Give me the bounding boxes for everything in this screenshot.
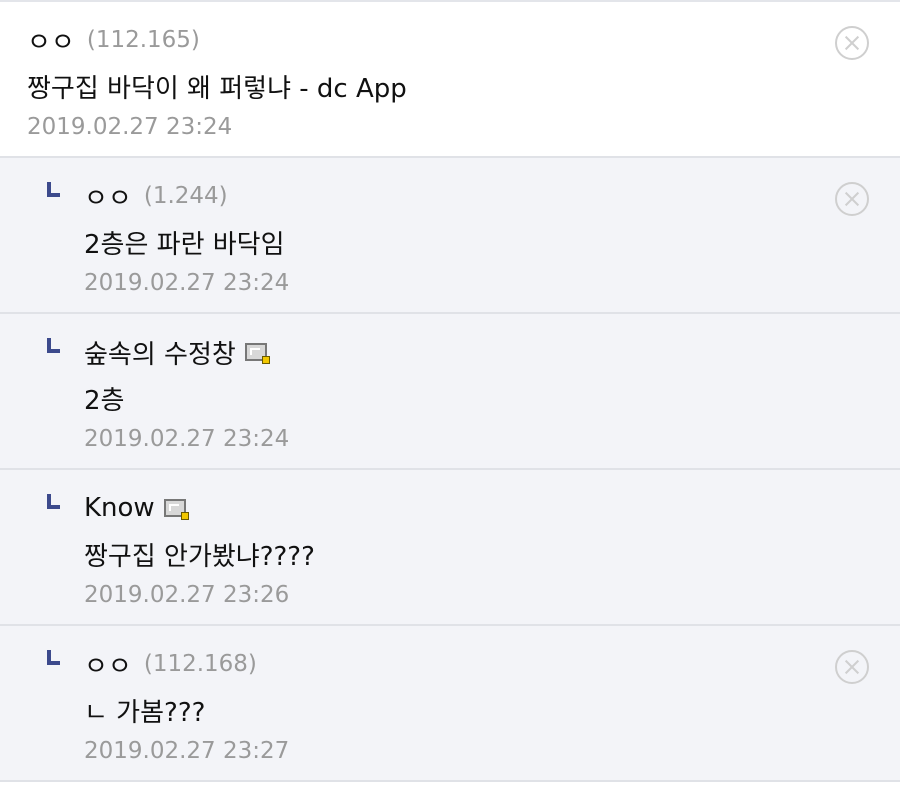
comment-author[interactable]: ㅇㅇ bbox=[84, 646, 132, 683]
comment-date: 2019.02.27 23:27 bbox=[84, 738, 290, 764]
delete-comment-button[interactable] bbox=[835, 182, 869, 216]
comment-date: 2019.02.27 23:26 bbox=[84, 582, 290, 608]
reply-item: ㅇㅇ (112.168) ㄴ 가봄??? 2019.02.27 23:27 bbox=[0, 626, 900, 782]
comment-ip: (112.168) bbox=[143, 651, 257, 677]
comment-text: ㄴ 가봄??? bbox=[84, 698, 206, 728]
comment-text: 2층 bbox=[84, 386, 125, 416]
comment-body: 숲속의 수정창 2층 2019.02.27 23:24 bbox=[0, 314, 900, 468]
comment-author[interactable]: 숲속의 수정창 bbox=[84, 334, 236, 371]
comment-header: ㅇㅇ (112.165) bbox=[27, 22, 200, 58]
delete-comment-button[interactable] bbox=[835, 650, 869, 684]
comment-author[interactable]: ㅇㅇ bbox=[27, 22, 75, 59]
comment-list: ㅇㅇ (112.165) 짱구집 바닥이 왜 퍼렇냐 - dc App 2019… bbox=[0, 0, 900, 782]
gallog-icon[interactable] bbox=[244, 343, 270, 364]
comment-text: 짱구집 바닥이 왜 퍼렇냐 - dc App bbox=[27, 74, 407, 104]
delete-comment-button[interactable] bbox=[835, 26, 869, 60]
comment-header: Know bbox=[84, 490, 189, 526]
comment-text: 2층은 파란 바닥임 bbox=[84, 230, 285, 260]
comment-header: 숲속의 수정창 bbox=[84, 334, 270, 371]
comment-body: ㅇㅇ (1.244) 2층은 파란 바닥임 2019.02.27 23:24 bbox=[0, 158, 900, 312]
comment-item: ㅇㅇ (112.165) 짱구집 바닥이 왜 퍼렇냐 - dc App 2019… bbox=[0, 2, 900, 158]
comment-body: ㅇㅇ (112.165) 짱구집 바닥이 왜 퍼렇냐 - dc App 2019… bbox=[0, 2, 900, 156]
comment-text: 짱구집 안가봤냐???? bbox=[84, 542, 315, 572]
comment-body: ㅇㅇ (112.168) ㄴ 가봄??? 2019.02.27 23:27 bbox=[0, 626, 900, 780]
gallog-icon[interactable] bbox=[163, 499, 189, 520]
comment-ip: (1.244) bbox=[143, 183, 228, 209]
comment-date: 2019.02.27 23:24 bbox=[27, 114, 233, 140]
comment-header: ㅇㅇ (1.244) bbox=[84, 178, 228, 214]
comment-date: 2019.02.27 23:24 bbox=[84, 270, 290, 296]
reply-item: Know 짱구집 안가봤냐???? 2019.02.27 23:26 bbox=[0, 470, 900, 626]
comment-date: 2019.02.27 23:24 bbox=[84, 426, 290, 452]
reply-item: ㅇㅇ (1.244) 2층은 파란 바닥임 2019.02.27 23:24 bbox=[0, 158, 900, 314]
comment-body: Know 짱구집 안가봤냐???? 2019.02.27 23:26 bbox=[0, 470, 900, 624]
reply-item: 숲속의 수정창 2층 2019.02.27 23:24 bbox=[0, 314, 900, 470]
comment-author[interactable]: ㅇㅇ bbox=[84, 178, 132, 215]
comment-author[interactable]: Know bbox=[84, 493, 155, 523]
comment-header: ㅇㅇ (112.168) bbox=[84, 646, 257, 682]
comment-ip: (112.165) bbox=[86, 27, 200, 53]
